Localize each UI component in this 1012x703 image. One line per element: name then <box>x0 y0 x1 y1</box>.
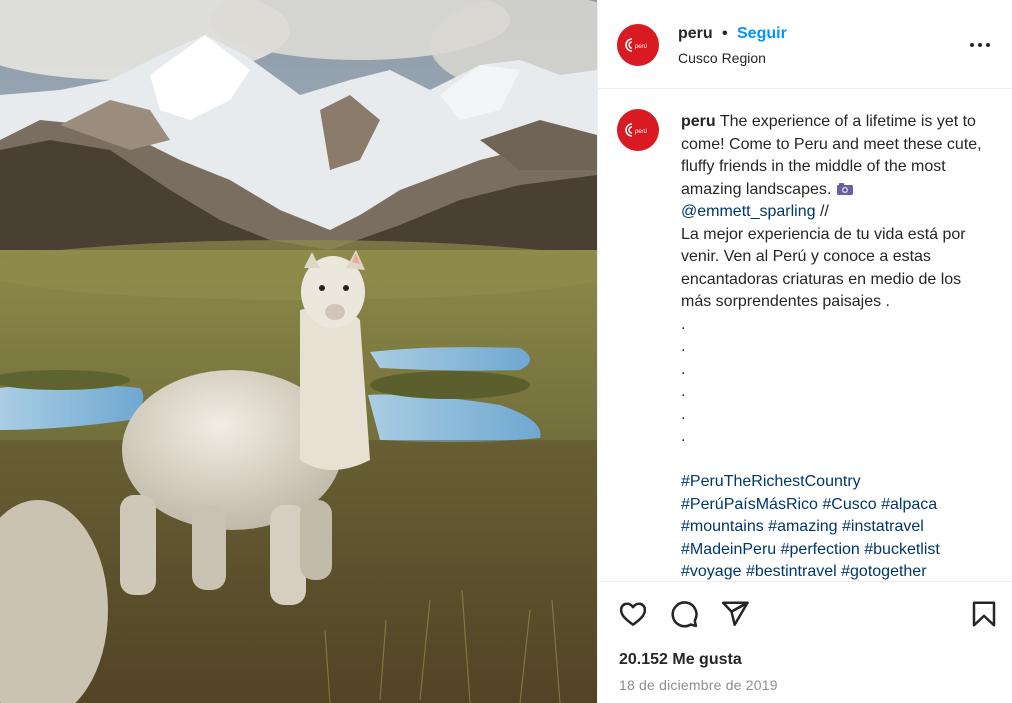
hashtag[interactable]: #PeruTheRichestCountry <box>681 473 861 490</box>
caption-text-es: La mejor experiencia de tu vida está por… <box>681 225 966 311</box>
post-header: perú peru • Seguir Cusco Region <box>598 0 1012 89</box>
alpaca-landscape-image <box>0 0 597 703</box>
svg-text:perú: perú <box>634 44 648 50</box>
paper-plane-icon[interactable] <box>720 599 750 629</box>
hashtag[interactable]: #MadeinPeru <box>681 541 776 558</box>
hashtag[interactable]: #bucketlist <box>864 541 940 558</box>
heart-icon[interactable] <box>618 599 648 629</box>
caption-username[interactable]: peru <box>681 113 716 130</box>
hashtag[interactable]: #Cusco <box>822 496 876 513</box>
post-details-panel: perú peru • Seguir Cusco Region perú per… <box>597 0 1012 703</box>
post-caption: peru The experience of a lifetime is yet… <box>681 111 991 581</box>
header-username[interactable]: peru <box>678 25 713 43</box>
hashtag[interactable]: #voyage <box>681 563 742 580</box>
caption-mention-suffix: // <box>815 203 829 220</box>
hashtag[interactable]: #gotogether <box>841 563 926 580</box>
follow-button[interactable]: Seguir <box>737 25 787 43</box>
hashtag[interactable]: #instatravel <box>842 518 924 535</box>
hashtag[interactable]: #bestintravel <box>746 563 837 580</box>
post-location[interactable]: Cusco Region <box>678 50 766 66</box>
post-date[interactable]: 18 de diciembre de 2019 <box>619 677 778 693</box>
comment-bubble-icon[interactable] <box>669 599 699 629</box>
post-photo[interactable] <box>0 0 597 703</box>
caption-text-en: The experience of a lifetime is yet to c… <box>681 113 982 198</box>
likes-count[interactable]: 20.152 Me gusta <box>619 651 742 669</box>
caption-dot: . <box>681 383 686 400</box>
peru-logo-icon: perú <box>625 38 648 52</box>
header-separator: • <box>722 25 728 42</box>
comments-section[interactable]: perú peru The experience of a lifetime i… <box>598 90 1012 581</box>
caption-dot: . <box>681 428 686 445</box>
camera-icon <box>836 182 853 195</box>
hashtag[interactable]: #amazing <box>768 518 837 535</box>
more-horizontal-icon[interactable] <box>970 43 992 49</box>
caption-dot: . <box>681 405 686 423</box>
hashtag[interactable]: #mountains <box>681 518 764 535</box>
bookmark-icon[interactable] <box>969 599 999 629</box>
avatar[interactable]: perú <box>617 24 659 66</box>
caption-dot: . <box>681 360 686 378</box>
svg-text:perú: perú <box>634 129 648 135</box>
caption-dot: . <box>681 315 686 333</box>
caption-dot: . <box>681 338 686 355</box>
caption-mention[interactable]: @emmett_sparling <box>681 203 816 220</box>
action-bar <box>598 581 1012 647</box>
peru-logo-icon: perú <box>625 123 648 137</box>
caption-avatar[interactable]: perú <box>617 109 659 151</box>
hashtag[interactable]: #alpaca <box>881 496 937 513</box>
hashtag[interactable]: #perfection <box>781 541 860 558</box>
hashtag[interactable]: #PerúPaísMásRico <box>681 496 818 513</box>
